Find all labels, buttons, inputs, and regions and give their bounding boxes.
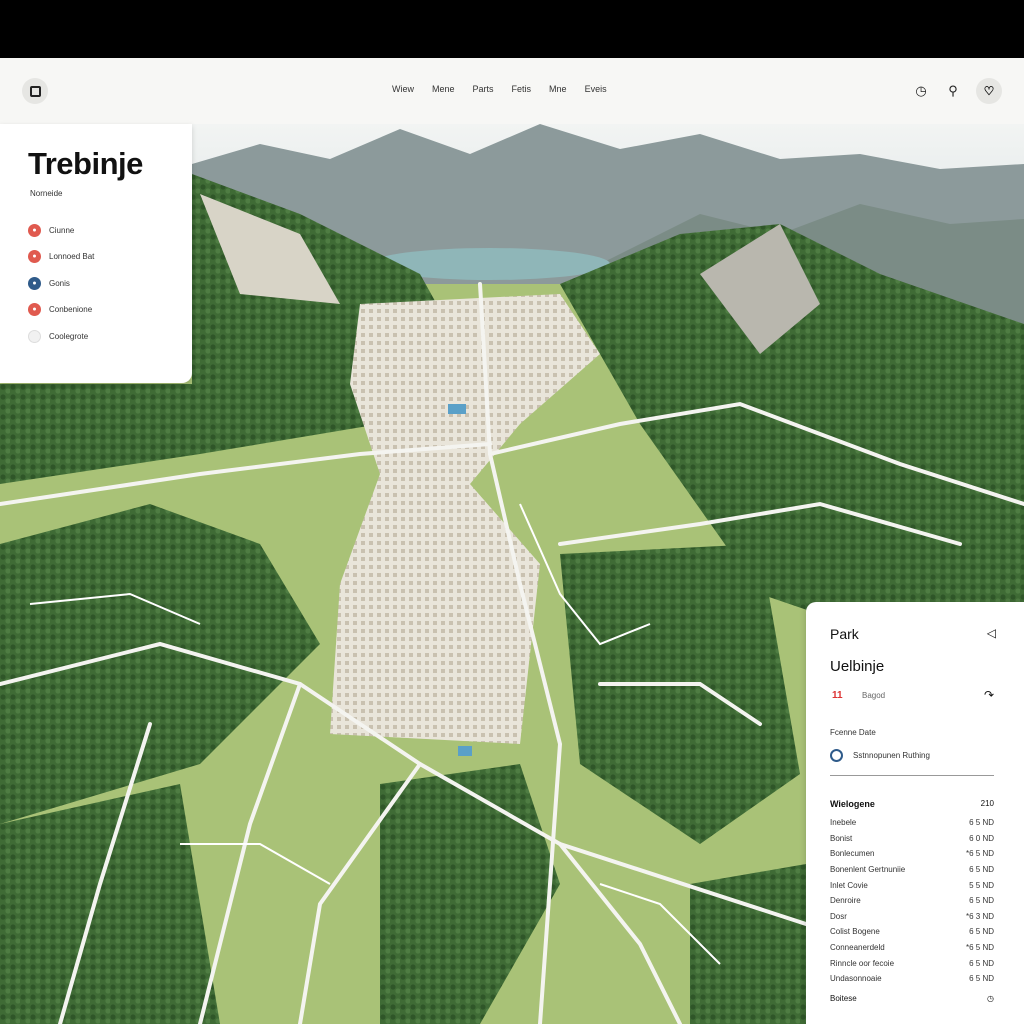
nav-item-1[interactable]: Wiew: [392, 84, 414, 94]
table-row: Bonlecumen *6 5 ND: [830, 846, 994, 862]
top-black-bar: [0, 0, 1024, 58]
main-nav: Wiew Mene Parts Fetis Mne Eveis: [392, 84, 625, 94]
legend-item[interactable]: ● Gonis: [28, 270, 94, 297]
table-row: Bonenlent Gertnuniie 6 5 ND: [830, 862, 994, 878]
legend-label: Conbenione: [49, 305, 93, 315]
nav-item-2[interactable]: Mene: [432, 84, 455, 94]
details-table: Wielogene 210 Inebele 6 5 ND Bonist 6 0 ND…: [830, 799, 994, 987]
row-value: 6 5 ND: [969, 958, 994, 968]
forest-bottom-right: [690, 864, 806, 1024]
panel-footer: Boitese ◷: [830, 994, 994, 1003]
poi-marker-1: [448, 404, 466, 414]
row-value: *6 5 ND: [965, 849, 994, 859]
legend-item[interactable]: ● Lonnoed Bat: [28, 244, 94, 271]
nav-item-5[interactable]: Mne: [549, 84, 567, 94]
row-label: Inebele: [830, 818, 857, 828]
avatar[interactable]: ♡: [976, 78, 1002, 104]
row-value: 6 5 ND: [969, 865, 994, 875]
tag-badge: 11: [832, 690, 843, 701]
legend-label: Ciunne: [49, 225, 75, 235]
tag-label: Bagod: [862, 691, 886, 700]
legend-label: Gonis: [49, 278, 70, 288]
row-value: 6 5 ND: [969, 896, 994, 906]
row-value: 6 5 ND: [969, 818, 994, 828]
info-icon: ●: [28, 276, 41, 290]
row-label: Denroire: [830, 896, 861, 906]
row-label: Bonenlent Gertnuniie: [830, 865, 906, 875]
row-label: Conneanerdeld: [830, 943, 885, 953]
menu-button[interactable]: [22, 78, 48, 104]
header-actions: ◷ ⚲ ♡: [912, 78, 1002, 104]
pin-icon: ●: [28, 303, 41, 317]
section-label: Fcenne Date: [830, 728, 876, 737]
place-name: Uelbinje: [830, 658, 885, 675]
legend: ● Ciunne ● Lonnoed Bat ● Gonis ● Conbeni…: [28, 217, 94, 350]
panel-title: Park: [830, 626, 859, 642]
row-label: Colist Bogene: [830, 927, 880, 937]
row-value: 6 0 ND: [969, 833, 994, 843]
row-label: Rinncle oor fecoie: [830, 958, 895, 968]
nav-item-6[interactable]: Eveis: [585, 84, 607, 94]
table-row: Inlet Covie 5 5 ND: [830, 877, 994, 893]
row-label: Inlet Covie: [830, 880, 868, 890]
square-icon: [29, 85, 41, 97]
row-label: Undasonnoaie: [830, 974, 882, 984]
clock-icon[interactable]: ◷: [987, 994, 994, 1003]
row-label: Bonlecumen: [830, 849, 875, 859]
status-ring-icon: [830, 749, 843, 762]
circle-icon: [28, 329, 41, 343]
table-row: Denroire 6 5 ND: [830, 893, 994, 909]
table-row: Conneanerdeld *6 5 ND: [830, 940, 994, 956]
table-row: Undasonnoaie 6 5 ND: [830, 971, 994, 987]
table-row: Inebele 6 5 ND: [830, 815, 994, 831]
legend-label: Lonnoed Bat: [49, 252, 95, 262]
row-label: Bonist: [830, 833, 853, 843]
row-value: *6 3 ND: [965, 911, 994, 921]
row-value: 6 5 ND: [969, 927, 994, 937]
status-text: Sstnnopunen Ruthing: [853, 751, 930, 760]
place-details-panel: Park ◁ Uelbinje 11 Bagod ↷ Fcenne Date S…: [806, 602, 1024, 1024]
collapse-icon[interactable]: ◁: [987, 626, 996, 640]
poi-marker-2: [458, 746, 472, 756]
row-label: Dosr: [830, 911, 847, 921]
app-header: Wiew Mene Parts Fetis Mne Eveis ◷ ⚲ ♡: [0, 58, 1024, 124]
share-icon[interactable]: ↷: [984, 688, 994, 702]
table-row: Colist Bogene 6 5 ND: [830, 924, 994, 940]
leaf-icon: ●: [28, 223, 41, 237]
city-title: Trebinje: [28, 146, 143, 181]
table-header: Wielogene 210: [830, 799, 994, 809]
row-value: 5 5 ND: [969, 880, 994, 890]
footer-label: Boitese: [830, 994, 857, 1003]
table-header-label: Wielogene: [830, 799, 875, 809]
row-value: *6 5 ND: [965, 943, 994, 953]
city-subtitle: Norneide: [30, 189, 63, 198]
tag-icon: ●: [28, 250, 41, 264]
user-icon[interactable]: ⚲: [944, 83, 962, 99]
status-row[interactable]: Sstnnopunen Ruthing: [830, 749, 930, 762]
legend-item[interactable]: ● Ciunne: [28, 217, 94, 244]
nav-item-4[interactable]: Fetis: [512, 84, 532, 94]
table-header-value: 210: [980, 799, 994, 808]
row-value: 6 5 ND: [969, 974, 994, 984]
table-row: Bonist 6 0 ND: [830, 831, 994, 847]
divider: [830, 775, 994, 776]
bell-icon[interactable]: ◷: [912, 83, 930, 99]
table-row: Dosr *6 3 ND: [830, 909, 994, 925]
legend-label: Coolegrote: [49, 331, 89, 341]
table-row: Rinncle oor fecoie 6 5 ND: [830, 955, 994, 971]
legend-item[interactable]: Coolegrote: [28, 323, 94, 350]
city-panel: Trebinje Norneide ● Ciunne ● Lonnoed Bat…: [0, 124, 192, 383]
legend-item[interactable]: ● Conbenione: [28, 297, 94, 324]
nav-item-3[interactable]: Parts: [473, 84, 494, 94]
